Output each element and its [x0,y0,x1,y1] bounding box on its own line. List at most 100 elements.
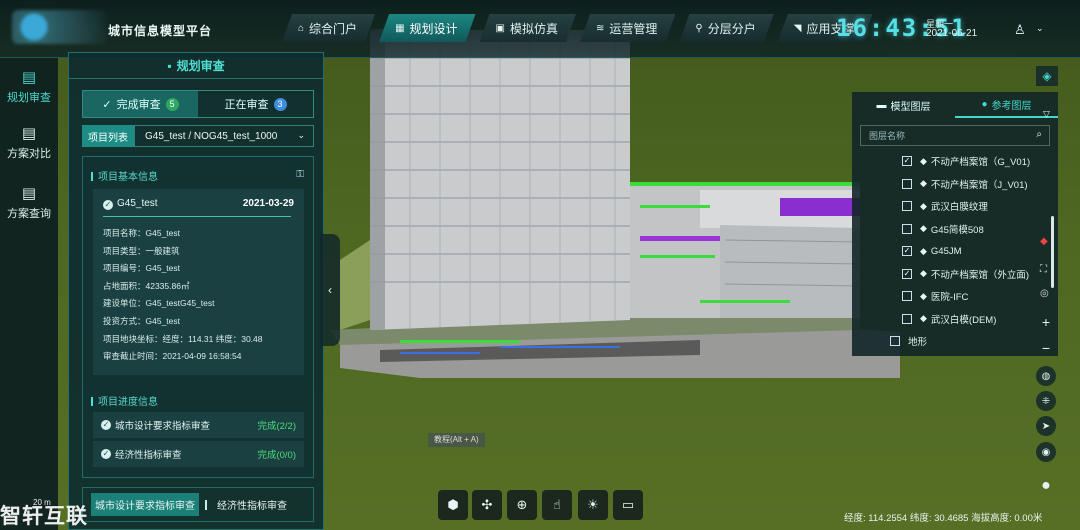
layers-tool-icon[interactable]: ▭ [613,490,643,520]
checkbox[interactable] [902,313,912,324]
count-badge: 3 [273,97,287,111]
eye-icon[interactable]: ◉ [1036,442,1056,462]
nav-label: 综合门户 [309,21,358,36]
nav-label: 分层分户 [707,21,756,36]
nav-label: 模拟仿真 [509,21,558,36]
progress-status: 完成(0/0) [257,450,296,461]
globe-icon[interactable]: ● [1036,476,1056,496]
nav-item-layering[interactable]: ⚲ 分层分户 [679,14,773,42]
layer-search-input[interactable]: 图层名称 ⌕ [860,125,1050,146]
tab-label: 正在审查 [224,99,269,111]
compass-icon[interactable]: ◆ [1040,236,1048,247]
field-type: 项目类型：一般建筑 [103,245,180,256]
divider [103,216,291,217]
layer-item[interactable]: ◆ 医院-IFC [852,285,1058,308]
check-icon: ✓ [102,98,112,111]
checkbox[interactable] [902,178,912,189]
nav-item-simulation[interactable]: ▣ 模拟仿真 [480,14,576,42]
field-coordinates: 项目地块坐标：经度：114.31 纬度：30.48 [103,333,263,344]
rail-label: 规划审查 [7,92,51,104]
tooltip: 教程(Alt + A) [428,433,485,447]
bulb-icon: ● [981,98,988,110]
field-investment: 投资方式：G45_test [103,315,180,326]
project-name: G45_test [117,198,158,209]
user-icon[interactable]: ♙ [1014,22,1026,38]
main-nav: ⌂ 综合门户 ▦ 规划设计 ▣ 模拟仿真 ≋ 运营管理 ⚲ 分层分户 ◥ 应用支… [282,14,872,44]
sun-tool-icon[interactable]: ☀ [578,490,608,520]
layer-item[interactable]: 地形 [852,330,1058,353]
home-icon: ⌂ [298,22,305,34]
layer-item[interactable]: ◆ 不动产档案馆（J_V01) [852,173,1058,196]
rail-item-compare[interactable]: ▤ 方案对比 [0,124,58,161]
layer-item[interactable]: ✓ ◆ 不动产档案馆（G_V01) [852,150,1058,173]
tab-completed[interactable]: ✓ 完成审查 5 [83,91,198,117]
droplet-icon: ◆ [920,155,927,166]
fan-tool-icon[interactable]: ✣ [472,490,502,520]
checkbox[interactable]: ✓ [902,246,912,257]
cube-tool-icon[interactable]: ⬢ [438,490,468,520]
tab-model-layers[interactable]: ▬ 模型图层 [852,92,955,118]
progress-label: 城市设计要求指标审查 [115,421,211,432]
layer-scrollbar[interactable] [1051,216,1054,288]
checkbox[interactable] [902,223,912,234]
layer-item[interactable]: ◆ G45简模508 [852,218,1058,241]
layers-toggle-button[interactable]: ◈ [1036,66,1058,86]
checkbox[interactable]: ✓ [902,156,912,167]
nav-item-portal[interactable]: ⌂ 综合门户 [282,14,375,42]
chevron-down-icon[interactable]: ⌄ [1036,23,1044,34]
checkbox[interactable] [902,291,912,302]
globe-icon[interactable]: ◍ [1036,366,1056,386]
layer-item[interactable]: ◆ 武汉白模(DEM) [852,308,1058,331]
lock-icon[interactable]: ⚿ [296,169,304,180]
target-icon[interactable]: ◎ [1040,288,1049,299]
left-rail: ▤ 规划审查 ▤ 方案对比 ▤ 方案查询 [0,58,58,530]
layer-item[interactable]: ✓ ◆ G45JM [852,240,1058,263]
review-panel: ▪ 规划审查 ✓ 完成审查 5 正在审查 3 项目列表 G45_test / N… [68,52,324,530]
rail-item-query[interactable]: ▤ 方案查询 [0,184,58,221]
rail-label: 方案对比 [7,148,51,160]
rail-item-planning-review[interactable]: ▤ 规划审查 [0,68,58,105]
filter-icon[interactable]: ▽ [1043,109,1050,120]
nav-item-operations[interactable]: ≋ 运营管理 [580,14,675,42]
tab-label: 模型图层 [890,101,931,113]
top-bar: 城市信息模型平台 ⌂ 综合门户 ▦ 规划设计 ▣ 模拟仿真 ≋ 运营管理 ⚲ 分… [0,0,1080,58]
fullscreen-icon[interactable]: ⛶ [1040,264,1047,275]
search-placeholder: 图层名称 [869,131,906,141]
tab-economic[interactable]: 经济性指标审查 [213,493,291,516]
panel-collapse-handle[interactable]: ‹ [320,234,340,346]
zoom-in-icon[interactable]: + [1036,312,1056,332]
crosshair-tool-icon[interactable]: ⊕ [507,490,537,520]
layer-item[interactable]: ✓ ◆ 不动产档案馆（外立面) [852,263,1058,286]
project-select[interactable]: G45_test / NOG45_test_1000 ⌄ [134,125,314,147]
panel-icon: ▪ [167,58,172,73]
grid-view-icon[interactable]: ⁜ [1036,391,1056,411]
navigate-icon[interactable]: ➤ [1036,416,1056,436]
indicator-tabs: 城市设计要求指标审查 经济性指标审查 [82,487,314,522]
cube-icon: ▣ [495,22,505,34]
date: 2021-06-21 [926,28,978,39]
layer-tabs: ▬ 模型图层 ● 参考图层 [852,92,1058,118]
nav-label: 运营管理 [609,21,658,36]
progress-item[interactable]: ✓ 经济性指标审查 完成(0/0) [93,441,304,467]
field-number: 项目编号：G45_test [103,263,180,274]
coordinate-status: 经度: 114.2554 纬度: 30.4685 海拔高度: 0.00米 [844,513,1043,524]
layer-label: 不动产档案馆（G_V01) [930,157,1031,169]
zoom-out-icon[interactable]: − [1036,338,1056,358]
hand-tool-icon[interactable]: ☝ [542,490,572,520]
progress-item[interactable]: ✓ 城市设计要求指标审查 完成(2/2) [93,412,304,438]
nav-item-planning[interactable]: ▦ 规划设计 [379,14,475,42]
search-icon[interactable]: ⌕ [1036,129,1042,140]
tab-label: 参考图层 [991,100,1032,112]
tab-urban-design[interactable]: 城市设计要求指标审查 [91,493,199,516]
layer-label: 不动产档案馆（外立面) [930,269,1030,281]
layer-item[interactable]: ◆ 武汉白膜纹理 [852,195,1058,218]
checkbox[interactable]: ✓ [902,268,912,279]
layers-icon: ◈ [1042,69,1052,83]
tab-label: 完成审查 [116,99,161,111]
count-badge: 5 [165,97,179,111]
chevron-down-icon: ⌄ [297,130,305,140]
layer-label: G45JM [930,245,962,257]
tab-in-progress[interactable]: 正在审查 3 [198,91,313,117]
checkbox[interactable] [902,201,912,212]
checkbox[interactable] [890,336,900,347]
